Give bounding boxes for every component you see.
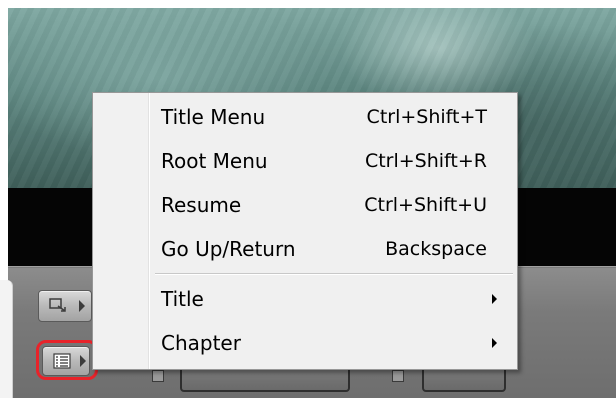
- menu-item-resume[interactable]: Resume Ctrl+Shift+U: [151, 185, 515, 225]
- side-panel-edge: [0, 280, 13, 398]
- menu-item-root-menu[interactable]: Root Menu Ctrl+Shift+R: [151, 141, 515, 181]
- player-window: Title Menu Ctrl+Shift+T Root Menu Ctrl+S…: [0, 0, 616, 398]
- menu-item-label: Chapter: [161, 331, 241, 355]
- menu-item-chapter-submenu[interactable]: Chapter: [151, 323, 515, 363]
- menu-item-shortcut: Ctrl+Shift+U: [364, 194, 487, 216]
- menu-item-shortcut: Ctrl+Shift+R: [364, 150, 487, 172]
- context-menu: Title Menu Ctrl+Shift+T Root Menu Ctrl+S…: [92, 92, 518, 370]
- menu-button-highlight-circle: [36, 340, 98, 380]
- menu-icon-gutter: [93, 93, 150, 369]
- submenu-arrow-icon: [492, 294, 497, 304]
- aspect-ratio-icon: [49, 298, 66, 312]
- aspect-ratio-button[interactable]: [38, 290, 92, 322]
- submenu-arrow-icon: [492, 338, 497, 348]
- caret-right-icon: [79, 300, 85, 312]
- menu-item-shortcut: Backspace: [385, 238, 487, 260]
- menu-separator: [155, 273, 513, 275]
- menu-item-label: Title Menu: [161, 105, 266, 129]
- subtitle-icon: [392, 370, 404, 382]
- menu-item-title-submenu[interactable]: Title: [151, 279, 515, 319]
- audio-track-icon: [152, 370, 164, 382]
- menu-item-label: Root Menu: [161, 149, 268, 173]
- menu-item-label: Title: [161, 287, 204, 311]
- menu-item-go-up-return[interactable]: Go Up/Return Backspace: [151, 229, 515, 269]
- menu-item-title-menu[interactable]: Title Menu Ctrl+Shift+T: [151, 97, 515, 137]
- menu-item-label: Go Up/Return: [161, 237, 296, 261]
- menu-item-shortcut: Ctrl+Shift+T: [366, 106, 487, 128]
- menu-item-label: Resume: [161, 193, 242, 217]
